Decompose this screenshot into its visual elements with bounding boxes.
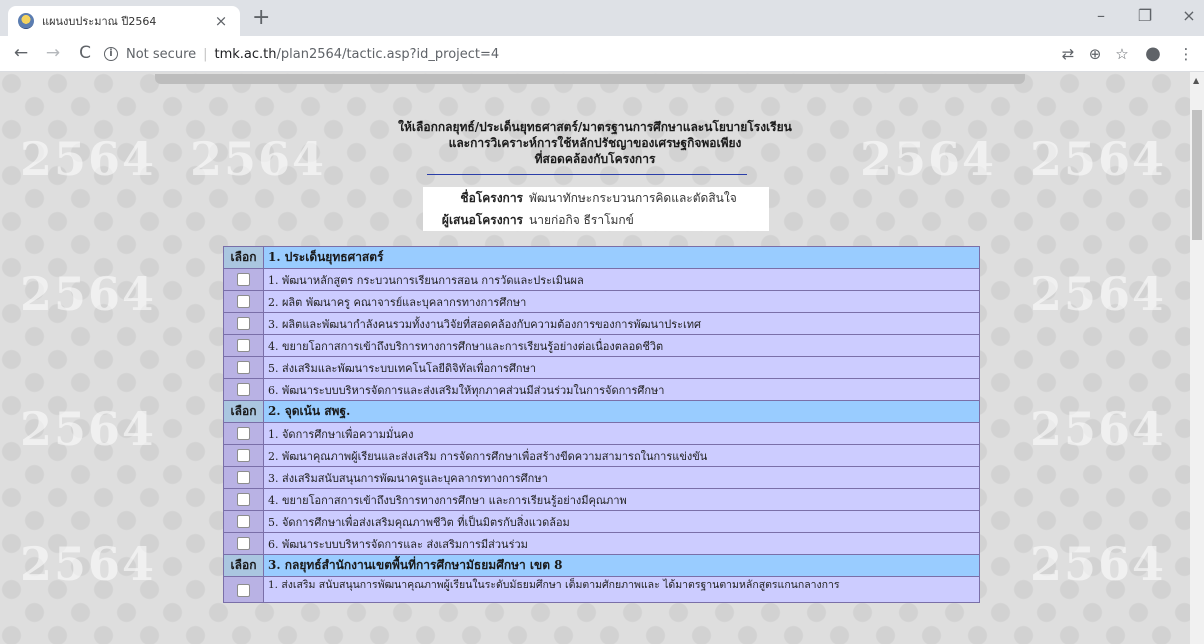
project-name-label: ชื่อโครงการ (460, 190, 523, 205)
watermark: 2564 (20, 402, 157, 456)
item-label: 4. ขยายโอกาสการเข้าถึงบริการทางการศึกษา … (263, 488, 980, 511)
security-label: Not secure (126, 46, 197, 62)
table-row: 1. จัดการศึกษาเพื่อความมั่นคง (223, 422, 980, 445)
project-name-value: พัฒนาทักษะกระบวนการคิดและตัดสินใจ (529, 190, 737, 205)
item-label: 1. พัฒนาหลักสูตร กระบวนการเรียนการสอน กา… (263, 268, 980, 291)
item-label: 6. พัฒนาระบบบริหารจัดการและส่งเสริมให้ทุ… (263, 378, 980, 401)
item-label: 2. พัฒนาคุณภาพผู้เรียนและส่งเสริม การจัด… (263, 444, 980, 467)
page-heading-line-3: ที่สอดคล้องกับโครงการ (534, 152, 656, 166)
url-path: /plan2564/tactic.asp?id_project=4 (276, 46, 500, 62)
project-proposer-value: นายก่อกิจ ธีราโมกข์ (529, 212, 634, 227)
district-strategy-checkbox[interactable] (237, 584, 250, 597)
item-label: 5. ส่งเสริมและพัฒนาระบบเทคโนโลยีดิจิทัลเ… (263, 356, 980, 379)
item-label: 3. ผลิตและพัฒนากำลังคนรวมทั้งงานวิจัยที่… (263, 312, 980, 335)
page-scrollbar[interactable]: ▲ (1190, 72, 1204, 644)
table-row: 2. พัฒนาคุณภาพผู้เรียนและส่งเสริม การจัด… (223, 444, 980, 467)
strategy-checkbox[interactable] (237, 273, 250, 287)
scroll-up-icon[interactable]: ▲ (1193, 76, 1199, 85)
minimize-icon[interactable]: – (1086, 6, 1116, 25)
item-label: 3. ส่งเสริมสนับสนุนการพัฒนาครูและบุคลากร… (263, 466, 980, 489)
table-row: 1. พัฒนาหลักสูตร กระบวนการเรียนการสอน กา… (223, 268, 980, 291)
table-row: 3. ส่งเสริมสนับสนุนการพัฒนาครูและบุคลากร… (223, 466, 980, 489)
table-row: 5. ส่งเสริมและพัฒนาระบบเทคโนโลยีดิจิทัลเ… (223, 356, 980, 379)
focus-checkbox[interactable] (237, 427, 250, 441)
section-header-row: เลือก 2. จุดเน้น สพฐ. (223, 400, 980, 423)
item-label: 4. ขยายโอกาสการเข้าถึงบริการทางการศึกษาแ… (263, 334, 980, 357)
watermark: 2564 (1030, 402, 1167, 456)
focus-checkbox[interactable] (237, 515, 250, 529)
browser-tab[interactable]: แผนงบประมาณ ปี2564 × (8, 6, 240, 36)
focus-checkbox[interactable] (237, 449, 250, 463)
select-column-header: เลือก (223, 246, 264, 269)
project-proposer-row: ผู้เสนอโครงการ นายก่อกิจ ธีราโมกข์ (423, 209, 769, 231)
strategy-checkbox[interactable] (237, 317, 250, 331)
item-label: 1. จัดการศึกษาเพื่อความมั่นคง (263, 422, 980, 445)
table-row: 5. จัดการศึกษาเพื่อส่งเสริมคุณภาพชีวิต ท… (223, 510, 980, 533)
table-row: 1. ส่งเสริม สนับสนุนการพัฒนาคุณภาพผู้เรี… (223, 576, 980, 603)
close-tab-icon[interactable]: × (212, 12, 230, 30)
new-tab-button[interactable]: + (252, 7, 270, 29)
tab-title: แผนงบประมาณ ปี2564 (42, 15, 157, 28)
select-column-header: เลือก (223, 400, 264, 423)
section-title: 3. กลยุทธ์สำนักงานเขตพื้นที่การศึกษามัธย… (263, 554, 980, 577)
scroll-thumb[interactable] (1192, 110, 1202, 240)
strategy-checkbox[interactable] (237, 361, 250, 375)
strategy-checkbox[interactable] (237, 339, 250, 353)
project-name-row: ชื่อโครงการ พัฒนาทักษะกระบวนการคิดและตัด… (423, 187, 769, 209)
item-label: 2. ผลิต พัฒนาครู คณาจารย์และบุคลากรทางกา… (263, 290, 980, 313)
project-proposer-label: ผู้เสนอโครงการ (441, 212, 523, 227)
url-host: tmk.ac.th (214, 46, 277, 62)
strategy-selection-table: เลือก 1. ประเด็นยุทธศาสตร์ 1. พัฒนาหลักส… (223, 246, 980, 603)
table-row: 6. พัฒนาระบบบริหารจัดการและ ส่งเสริมการม… (223, 532, 980, 555)
top-banner-strip (155, 74, 1025, 84)
project-info: ชื่อโครงการ พัฒนาทักษะกระบวนการคิดและตัด… (423, 187, 769, 231)
heading-divider (427, 174, 747, 175)
site-favicon-icon (18, 13, 34, 29)
back-arrow-icon[interactable]: ← (10, 43, 32, 63)
select-column-header: เลือก (223, 554, 264, 577)
watermark: 2564 (20, 267, 157, 321)
focus-checkbox[interactable] (237, 493, 250, 507)
strategy-checkbox[interactable] (237, 383, 250, 397)
section-header-row: เลือก 3. กลยุทธ์สำนักงานเขตพื้นที่การศึก… (223, 554, 980, 577)
table-row: 4. ขยายโอกาสการเข้าถึงบริการทางการศึกษาแ… (223, 334, 980, 357)
watermark: 2564 (1030, 537, 1167, 591)
item-label: 1. ส่งเสริม สนับสนุนการพัฒนาคุณภาพผู้เรี… (263, 576, 980, 603)
forward-arrow-icon[interactable]: → (42, 43, 64, 63)
table-row: 2. ผลิต พัฒนาครู คณาจารย์และบุคลากรทางกา… (223, 290, 980, 313)
item-label: 5. จัดการศึกษาเพื่อส่งเสริมคุณภาพชีวิต ท… (263, 510, 980, 533)
zoom-icon[interactable]: ⊕ (1085, 45, 1105, 63)
tab-strip: แผนงบประมาณ ปี2564 × + – ❐ × (0, 0, 1204, 36)
section-title: 2. จุดเน้น สพฐ. (263, 400, 980, 423)
section-title: 1. ประเด็นยุทธศาสตร์ (263, 246, 980, 269)
restore-icon[interactable]: ❐ (1130, 6, 1160, 25)
item-label: 6. พัฒนาระบบบริหารจัดการและ ส่งเสริมการม… (263, 532, 980, 555)
focus-checkbox[interactable] (237, 537, 250, 551)
table-row: 4. ขยายโอกาสการเข้าถึงบริการทางการศึกษา … (223, 488, 980, 511)
browser-toolbar: ← → C i Not secure | tmk.ac.th /plan2564… (0, 36, 1204, 72)
address-bar[interactable]: i Not secure | tmk.ac.th /plan2564/tacti… (104, 42, 499, 66)
table-row: 3. ผลิตและพัฒนากำลังคนรวมทั้งงานวิจัยที่… (223, 312, 980, 335)
profile-icon[interactable]: ● (1143, 45, 1163, 63)
table-row: 6. พัฒนาระบบบริหารจัดการและส่งเสริมให้ทุ… (223, 378, 980, 401)
section-header-row: เลือก 1. ประเด็นยุทธศาสตร์ (223, 246, 980, 269)
page-content: 2564 2564 2564 2564 2564 2564 2564 2564 … (0, 72, 1190, 644)
address-separator: | (203, 46, 208, 62)
focus-checkbox[interactable] (237, 471, 250, 485)
info-icon[interactable]: i (104, 47, 118, 61)
menu-icon[interactable]: ⋮ (1176, 45, 1196, 63)
watermark: 2564 (1030, 267, 1167, 321)
bookmark-star-icon[interactable]: ☆ (1112, 45, 1132, 63)
watermark: 2564 (20, 537, 157, 591)
window-close-icon[interactable]: × (1174, 6, 1204, 25)
strategy-checkbox[interactable] (237, 295, 250, 309)
translate-icon[interactable]: ⇄ (1058, 45, 1078, 63)
reload-icon[interactable]: C (74, 43, 96, 63)
